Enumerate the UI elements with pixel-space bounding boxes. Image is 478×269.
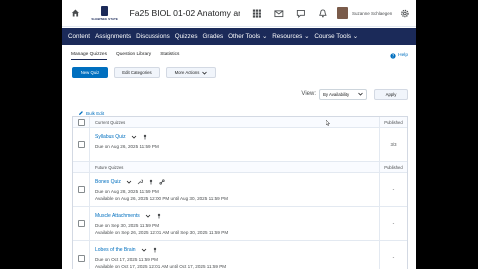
quiz-due-date: Due on Aug 28, 2025 11:59 PM xyxy=(95,189,159,194)
bulk-edit-label: Bulk Edit xyxy=(86,110,105,116)
quiz-due-date: Due on Aug 26, 2025 11:59 PM xyxy=(95,144,159,149)
chevron-down-icon[interactable] xyxy=(145,213,151,219)
avatar[interactable] xyxy=(337,7,348,19)
nav-item-discussions[interactable]: Discussions xyxy=(136,33,170,40)
chevron-down-icon xyxy=(358,92,363,96)
tab-statistics[interactable]: Statistics xyxy=(160,52,179,59)
push-pin-icon xyxy=(153,247,156,253)
chevron-down-icon xyxy=(202,71,208,75)
quiz-title-link[interactable]: Lobes of the Brain xyxy=(95,247,136,253)
more-actions-label: More Actions xyxy=(174,70,200,75)
help-link[interactable]: ? Help xyxy=(390,52,408,59)
help-label: Help xyxy=(398,53,408,58)
new-quiz-button[interactable]: New Quiz xyxy=(72,67,108,78)
published-count: - xyxy=(392,186,395,193)
quiz-title-link[interactable]: Muscle Attachments xyxy=(95,213,140,219)
gear-icon[interactable] xyxy=(400,8,410,19)
view-select[interactable]: By Availability xyxy=(319,88,367,100)
push-pin-icon xyxy=(143,134,146,140)
chevron-down-icon[interactable] xyxy=(131,134,137,140)
column-header-published: Published xyxy=(384,164,403,170)
more-actions-button[interactable]: More Actions xyxy=(166,67,216,78)
table-row: Muscle Attachments Due on Sep 30, 2025 1… xyxy=(73,207,407,241)
column-header-future-quizzes: Future Quizzes xyxy=(90,162,380,172)
row-checkbox[interactable] xyxy=(77,220,85,227)
browser-content: SHAWNEE STATE Fa25 BIOL 01-02 Anatomy an… xyxy=(62,0,416,269)
quiz-due-date: Due on Sep 30, 2025 11:59 PM xyxy=(95,223,160,228)
view-filter-row: View: By Availability Apply xyxy=(62,88,416,100)
quiz-due-date: Due on Oct 17, 2025 11:59 PM xyxy=(95,257,158,262)
tab-manage-quizzes[interactable]: Manage Quizzes xyxy=(71,52,107,60)
quiz-availability: Available on Aug 26, 2025 12:00 PM until… xyxy=(95,196,228,201)
mouse-cursor-icon xyxy=(326,120,330,126)
table-header-future: Future Quizzes Published xyxy=(73,162,407,173)
select-all-checkbox[interactable] xyxy=(77,118,85,126)
course-selector-grid-icon[interactable] xyxy=(252,8,262,19)
view-select-value: By Availability xyxy=(323,91,350,97)
published-count: - xyxy=(392,220,395,227)
view-label: View: xyxy=(301,91,316,97)
table-row: Bones Quiz Due on Aug 28, 2025 11:59 PM … xyxy=(73,173,407,207)
row-checkbox[interactable] xyxy=(77,254,85,262)
nav-item-other-tools[interactable]: Other Tools ⌄ xyxy=(228,33,267,40)
quizzes-table: Current Quizzes Published Syllabus Quiz … xyxy=(72,116,408,269)
home-icon[interactable] xyxy=(71,8,80,18)
push-pin-icon xyxy=(157,213,160,219)
wrench-icon xyxy=(137,179,143,185)
row-checkbox[interactable] xyxy=(77,141,85,148)
logo-mark xyxy=(101,5,109,16)
logo-text: SHAWNEE STATE xyxy=(91,16,119,21)
push-pin-icon xyxy=(149,179,153,185)
quiz-availability: Available on Oct 17, 2025 12:01 AM until… xyxy=(95,264,227,269)
tab-question-library[interactable]: Question Library xyxy=(116,52,151,59)
row-checkbox[interactable] xyxy=(77,186,85,193)
link-icon xyxy=(159,179,165,185)
top-header: SHAWNEE STATE Fa25 BIOL 01-02 Anatomy an… xyxy=(62,0,416,27)
table-row: Lobes of the Brain Due on Oct 17, 2025 1… xyxy=(73,241,407,269)
svg-text:?: ? xyxy=(392,53,394,58)
apply-button[interactable]: Apply xyxy=(374,88,408,100)
chevron-down-icon[interactable] xyxy=(141,247,147,253)
nav-item-content[interactable]: Content xyxy=(68,33,90,40)
quiz-title-link[interactable]: Syllabus Quiz xyxy=(95,134,126,140)
notification-bell-icon[interactable] xyxy=(318,8,328,19)
help-icon: ? xyxy=(390,52,396,58)
published-count: 3/3 xyxy=(390,142,397,147)
nav-item-course-tools[interactable]: Course Tools ⌄ xyxy=(314,33,358,40)
edit-categories-button[interactable]: Edit Categories xyxy=(114,67,160,78)
quiz-subtabs: Manage Quizzes Question Library Statisti… xyxy=(62,48,416,63)
published-count: - xyxy=(392,255,395,261)
nav-item-resources[interactable]: Resources ⌄ xyxy=(272,33,309,40)
chat-icon[interactable] xyxy=(296,8,306,19)
course-navbar: Content Assignments Discussions Quizzes … xyxy=(62,28,416,45)
user-name[interactable]: Suzanne Schlaegen xyxy=(352,11,392,16)
nav-item-assignments[interactable]: Assignments xyxy=(95,33,131,40)
column-header-published: Published xyxy=(384,119,403,125)
quiz-title-link[interactable]: Bones Quiz xyxy=(95,179,121,185)
column-header-current-quizzes: Current Quizzes xyxy=(90,117,380,127)
action-buttons: New Quiz Edit Categories More Actions xyxy=(62,67,416,78)
quiz-availability: Available on Sep 26, 2025 12:01 AM until… xyxy=(95,230,229,235)
nav-item-quizzes[interactable]: Quizzes xyxy=(175,33,198,40)
institution-logo[interactable]: SHAWNEE STATE xyxy=(88,3,122,23)
message-icon[interactable] xyxy=(274,8,284,19)
chevron-down-icon[interactable] xyxy=(126,179,132,185)
nav-item-grades[interactable]: Grades xyxy=(202,33,223,40)
table-header-current: Current Quizzes Published xyxy=(73,117,407,128)
table-row: Syllabus Quiz Due on Aug 26, 2025 11:59 … xyxy=(73,128,407,162)
course-title[interactable]: Fa25 BIOL 01-02 Anatomy and Physio... xyxy=(130,8,241,18)
